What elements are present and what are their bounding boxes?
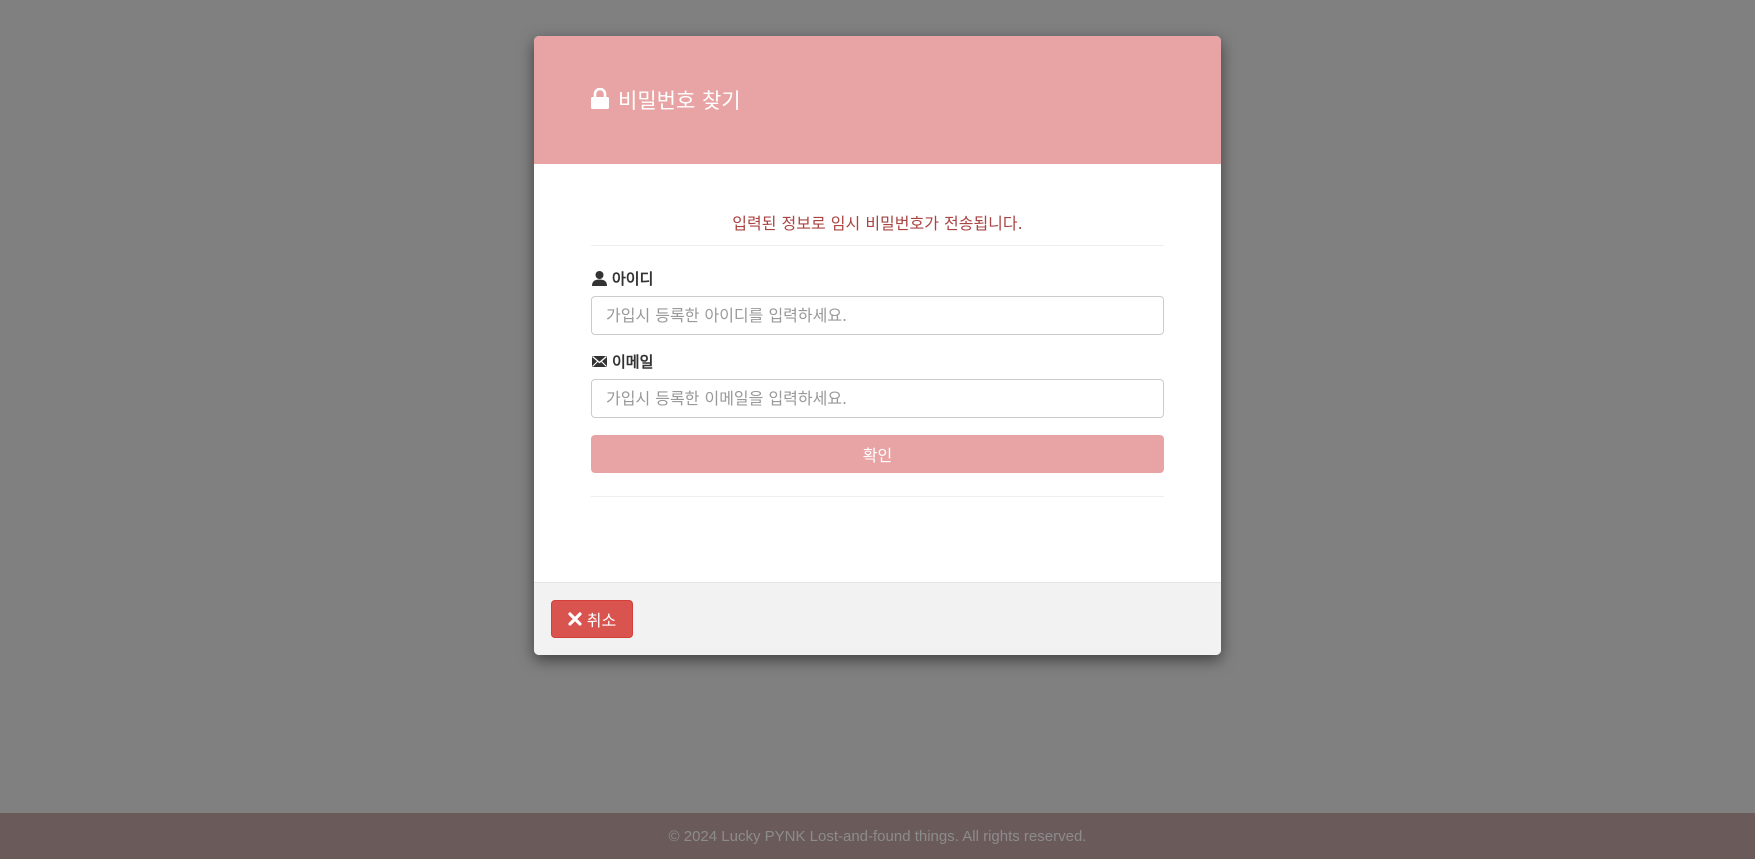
modal-title: 비밀번호 찾기 — [618, 89, 741, 113]
copyright-text: © 2024 Lucky PYNK Lost-and-found things.… — [668, 827, 1087, 845]
id-label-text: 아이디 — [612, 269, 654, 288]
cancel-button[interactable]: 취소 — [551, 600, 633, 638]
email-input[interactable] — [591, 379, 1164, 418]
notice-text: 입력된 정보로 임시 비밀번호가 전송됩니다. — [732, 214, 1023, 233]
page-footer: © 2024 Lucky PYNK Lost-and-found things.… — [0, 813, 1755, 859]
divider — [591, 245, 1164, 246]
modal-header: 비밀번호 찾기 — [534, 36, 1221, 164]
lock-icon — [591, 88, 609, 109]
confirm-button-label: 확인 — [862, 446, 893, 465]
modal-body: 입력된 정보로 임시 비밀번호가 전송됩니다. 아이디 이메일 확인 — [591, 164, 1164, 497]
email-label-text: 이메일 — [612, 352, 654, 371]
close-icon — [568, 612, 582, 626]
confirm-button[interactable]: 확인 — [591, 435, 1164, 473]
divider — [591, 496, 1164, 497]
id-input[interactable] — [591, 296, 1164, 335]
envelope-icon — [592, 355, 607, 367]
id-label: 아이디 — [591, 268, 1164, 288]
find-password-modal: 비밀번호 찾기 입력된 정보로 임시 비밀번호가 전송됩니다. 아이디 이메일 … — [534, 36, 1221, 655]
cancel-button-label: 취소 — [586, 611, 617, 630]
email-label: 이메일 — [591, 351, 1164, 371]
modal-footer: 취소 — [534, 582, 1221, 655]
user-icon — [592, 270, 607, 286]
